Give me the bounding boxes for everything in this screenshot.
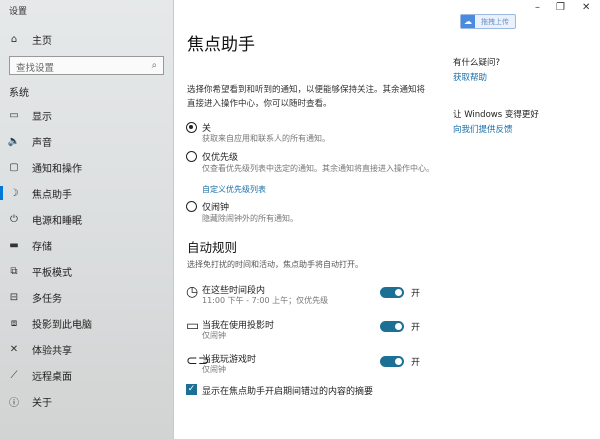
sidebar-item[interactable]: 🔈 声音 [0,129,174,153]
sidebar-item-icon: ⓘ [9,397,19,409]
sidebar-item[interactable]: ⟋ 远程桌面 [0,363,174,387]
radio-off[interactable] [186,122,197,133]
option-desc: 隐藏除闹钟外的所有通知。 [202,214,298,223]
sidebar-item-label: 体验共享 [32,345,72,357]
sidebar-item-label: 平板模式 [32,267,72,279]
improve-heading: 让 Windows 变得更好 [453,110,539,120]
upload-button[interactable]: ☁ 拖拽上传 [460,14,516,29]
clock-icon: ◷ [186,284,199,300]
summary-checkbox[interactable]: ✓ [186,384,197,395]
feedback-link[interactable]: 向我们提供反馈 [453,123,513,135]
monitor-icon: ▭ [186,318,200,334]
sidebar-item-label: 远程桌面 [32,371,72,383]
sidebar-item-icon: ⧈ [10,317,18,329]
sidebar-item-label: 投影到此电脑 [32,319,92,331]
get-help-link[interactable]: 获取帮助 [453,71,487,83]
sidebar-item-icon: ☽ [9,187,19,199]
sidebar-item-label: 电源和睡眠 [32,215,82,227]
toggle-state: 开 [411,358,421,368]
home-icon: ⌂ [10,33,18,45]
sidebar-item[interactable]: ⊟ 多任务 [0,285,174,309]
maximize-button[interactable]: ❐ [556,2,565,13]
minimize-button[interactable]: – [535,2,540,13]
sidebar-item[interactable]: ✕ 体验共享 [0,337,174,361]
sidebar-item-icon: ▬ [9,239,19,251]
search-input[interactable]: 查找设置 ⌕ [9,56,164,75]
sidebar-item-label: 通知和操作 [32,163,82,175]
window-title: 设置 [9,7,28,17]
sidebar-item[interactable]: ☽ 焦点助手 [0,181,174,205]
sidebar-item-label: 多任务 [32,293,62,305]
sidebar-item[interactable]: ⏻ 电源和睡眠 [0,207,174,231]
toggle-state: 开 [411,289,421,299]
sidebar-item-icon: ⟋ [10,369,18,381]
search-icon: ⌕ [151,60,157,71]
sidebar-item-label: 焦点助手 [32,189,72,201]
rule-toggle-projecting[interactable] [380,321,404,332]
sidebar-item[interactable]: ▭ 显示 [0,103,174,127]
rule-toggle-time[interactable] [380,287,404,298]
sidebar: 设置 ⌂ 主页 查找设置 ⌕ 系统 ▭ 显示 🔈 声音 ▢ 通知和操作 ☽ 焦点助手 ⏻ 电源和睡眠 ▬… [0,0,174,439]
radio-alarms-only[interactable] [186,201,197,212]
sidebar-item[interactable]: ▬ 存储 [0,233,174,257]
sidebar-item[interactable]: ▢ 通知和操作 [0,155,174,179]
summary-label: 显示在焦点助手开启期间错过的内容的摘要 [202,387,374,397]
question-heading: 有什么疑问? [453,58,501,68]
rules-heading: 自动规则 [187,240,238,255]
section-heading: 系统 [9,88,29,99]
option-label: 仅闹钟 [202,203,230,213]
sidebar-item-label: 存储 [32,241,52,253]
search-placeholder: 查找设置 [16,63,55,74]
sidebar-item[interactable]: ⧉ 平板模式 [0,259,174,283]
sidebar-item-icon: ⏻ [10,213,18,225]
page-description: 选择你希望看到和听到的通知，以便能够保持关注。其余通知将直接进入操作中心，你可以… [187,85,426,109]
sidebar-item-label: 声音 [32,137,52,149]
sidebar-item-icon: ▭ [9,109,19,121]
sidebar-item[interactable]: ⧈ 投影到此电脑 [0,311,174,335]
rule-toggle-gaming[interactable] [380,356,404,367]
sidebar-item-label: 显示 [32,111,52,123]
rule-sub: 仅闹钟 [202,331,226,340]
sidebar-item-home[interactable]: ⌂ 主页 [0,27,174,51]
upload-label: 拖拽上传 [481,17,509,26]
rule-sub: 11:00 下午 - 7:00 上午；仅优先级 [202,296,329,305]
sidebar-item-icon: ⊟ [9,291,19,303]
option-desc: 获取来自应用和联系人的所有通知。 [202,134,330,143]
sidebar-item-icon: ▢ [9,161,19,173]
close-button[interactable]: ✕ [582,2,590,13]
sidebar-item-icon: 🔈 [7,135,21,147]
customize-priority-link[interactable]: 自定义优先级列表 [202,184,442,195]
rule-sub: 仅闹钟 [202,365,226,374]
option-desc: 仅查看优先级列表中选定的通知。其余通知将直接进入操作中心。 [202,164,434,173]
sidebar-item-label: 关于 [32,397,52,409]
toggle-state: 开 [411,323,421,333]
option-label: 仅优先级 [202,153,239,163]
sidebar-item-icon: ⧉ [10,265,18,277]
rules-description: 选择免打扰的时间和活动，焦点助手将自动打开。 [187,260,363,269]
page-title: 焦点助手 [187,35,255,55]
radio-priority-only[interactable] [186,151,197,162]
sidebar-item-icon: ✕ [9,343,19,355]
home-label: 主页 [32,35,52,47]
cloud-icon: ☁ [461,15,475,28]
sidebar-item[interactable]: ⓘ 关于 [0,389,174,413]
